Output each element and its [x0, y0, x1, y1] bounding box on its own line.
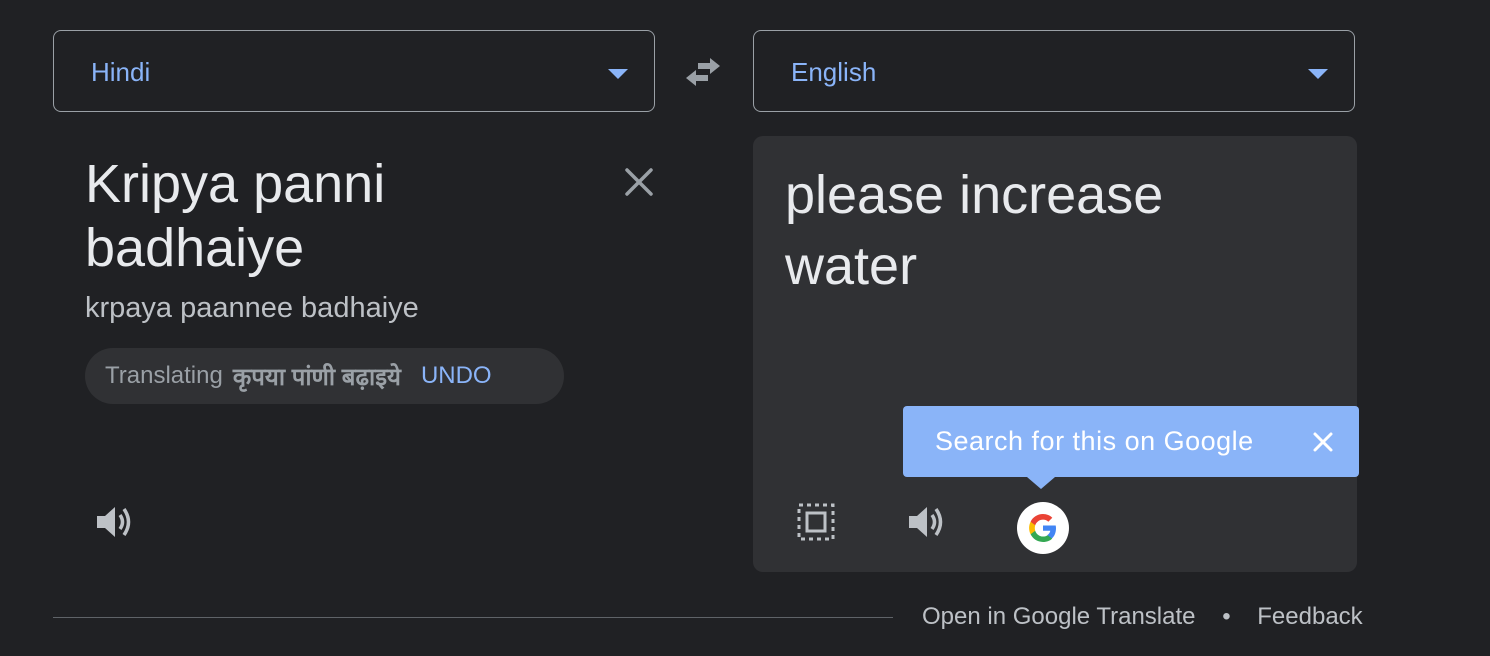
footer-links: Open in Google Translate • Feedback [922, 602, 1363, 632]
translation-listen-button[interactable] [905, 500, 949, 544]
translating-prefix: Translating [105, 362, 223, 389]
search-google-tooltip: Search for this on Google [903, 406, 1359, 489]
undo-button[interactable]: UNDO [421, 362, 492, 390]
target-language-select[interactable]: English [753, 30, 1355, 112]
swap-icon [686, 58, 720, 86]
footer-divider [53, 617, 893, 618]
source-language-select[interactable]: Hindi [53, 30, 655, 112]
source-language-label: Hindi [91, 57, 151, 87]
chevron-down-icon [1308, 69, 1328, 79]
source-listen-button[interactable] [93, 500, 137, 544]
close-icon [1313, 432, 1333, 452]
select-all-button[interactable] [796, 502, 836, 542]
swap-languages-button[interactable] [680, 52, 726, 92]
close-icon [625, 168, 653, 196]
translation-text[interactable]: please increase water [785, 160, 1285, 302]
google-g-icon [1029, 514, 1056, 542]
translate-widget: Hindi English Kripya panni badhaiye krpa… [0, 0, 1490, 656]
feedback-link[interactable]: Feedback [1257, 603, 1362, 630]
open-in-translate-link[interactable]: Open in Google Translate [922, 603, 1196, 630]
translating-chip: Translating कृपया पांणी बढ़ाइये UNDO [85, 348, 564, 404]
source-transliteration: krpaya paannee badhaiye [85, 292, 419, 324]
tooltip-arrow [1027, 477, 1055, 489]
speaker-icon [97, 507, 131, 537]
target-language-label: English [791, 57, 877, 87]
footer-separator: • [1222, 603, 1231, 630]
chevron-down-icon [608, 69, 628, 79]
clear-source-button[interactable] [619, 162, 659, 202]
google-search-button[interactable] [1017, 502, 1069, 554]
translating-word: कृपया पांणी बढ़ाइये [232, 363, 401, 391]
tooltip-close-button[interactable] [1311, 430, 1335, 454]
translation-panel: please increase water [753, 136, 1357, 572]
speaker-icon [909, 507, 943, 537]
select-all-icon [797, 503, 835, 541]
tooltip-text: Search for this on Google [935, 426, 1254, 456]
source-text[interactable]: Kripya panni badhaiye [85, 152, 585, 280]
